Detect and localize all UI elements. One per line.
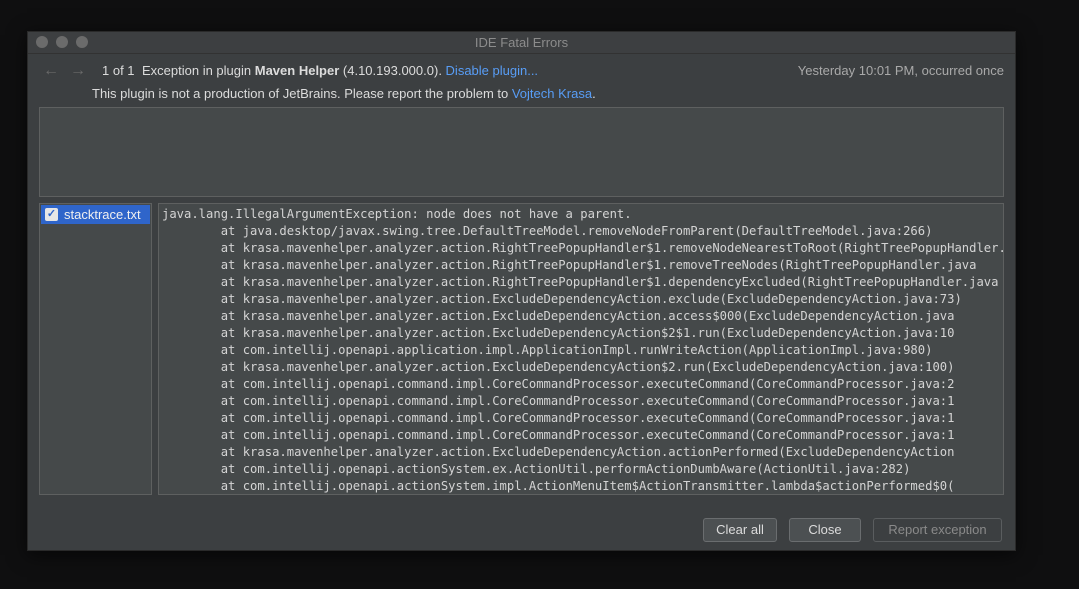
ide-fatal-errors-dialog: IDE Fatal Errors ← → 1 of 1 Exception in… (27, 31, 1016, 551)
maximize-window-icon[interactable] (76, 36, 88, 48)
stacktrace-line: at com.intellij.openapi.command.impl.Cor… (162, 377, 955, 391)
stacktrace-line: at com.intellij.openapi.command.impl.Cor… (162, 411, 955, 425)
author-link[interactable]: Vojtech Krasa (512, 86, 592, 101)
report-exception-button[interactable]: Report exception (873, 518, 1002, 542)
plugin-name: Maven Helper (254, 63, 340, 78)
error-header: ← → 1 of 1 Exception in plugin Maven Hel… (28, 61, 1015, 81)
comment-input[interactable] (39, 107, 1004, 197)
exception-summary: Exception in plugin Maven Helper (4.10.1… (142, 61, 538, 81)
attachments-list: ✓ stacktrace.txt (39, 203, 152, 495)
clear-all-button[interactable]: Clear all (703, 518, 777, 542)
stacktrace-line: at com.intellij.openapi.command.impl.Cor… (162, 394, 955, 408)
stacktrace-line: at krasa.mavenhelper.analyzer.action.Exc… (162, 309, 955, 323)
stacktrace-line: at krasa.mavenhelper.analyzer.action.Exc… (162, 326, 955, 340)
stacktrace-line: at krasa.mavenhelper.analyzer.action.Rig… (162, 258, 977, 272)
plugin-notice: This plugin is not a production of JetBr… (92, 85, 596, 103)
previous-error-icon[interactable]: ← (43, 61, 59, 81)
next-error-icon[interactable]: → (70, 61, 86, 81)
stacktrace-line: java.lang.IllegalArgumentException: node… (162, 207, 632, 221)
error-counter: 1 of 1 (102, 63, 135, 78)
stacktrace-line: at krasa.mavenhelper.analyzer.action.Rig… (162, 275, 999, 289)
close-window-icon[interactable] (36, 36, 48, 48)
minimize-window-icon[interactable] (56, 36, 68, 48)
title-bar[interactable]: IDE Fatal Errors (28, 32, 1015, 54)
stacktrace-viewer[interactable]: java.lang.IllegalArgumentException: node… (158, 203, 1004, 495)
stacktrace-line: at com.intellij.openapi.actionSystem.ex.… (162, 462, 911, 476)
notice-text: This plugin is not a production of JetBr… (92, 86, 512, 101)
stacktrace-line: at krasa.mavenhelper.analyzer.action.Exc… (162, 445, 955, 459)
error-timestamp: Yesterday 10:01 PM, occurred once (797, 63, 1004, 78)
exception-prefix: Exception in plugin (142, 63, 255, 78)
stacktrace-line: at com.intellij.openapi.actionSystem.imp… (162, 479, 955, 493)
stacktrace-line: at java.desktop/javax.swing.tree.Default… (162, 224, 933, 238)
stacktrace-line: at com.intellij.openapi.command.impl.Cor… (162, 428, 955, 442)
notice-suffix: . (592, 86, 596, 101)
attachment-checkbox[interactable]: ✓ (45, 208, 58, 221)
stacktrace-line: at krasa.mavenhelper.analyzer.action.Rig… (162, 241, 1004, 255)
stacktrace-text: java.lang.IllegalArgumentException: node… (162, 206, 1004, 494)
stacktrace-line: at krasa.mavenhelper.analyzer.action.Exc… (162, 292, 962, 306)
disable-plugin-link[interactable]: Disable plugin... (446, 63, 539, 78)
attachment-name: stacktrace.txt (64, 207, 141, 222)
close-button[interactable]: Close (789, 518, 861, 542)
plugin-version: (4.10.193.000.0). (339, 63, 446, 78)
attachment-item-stacktrace[interactable]: ✓ stacktrace.txt (41, 205, 150, 224)
stacktrace-line: at com.intellij.openapi.application.impl… (162, 343, 933, 357)
stacktrace-line: at krasa.mavenhelper.analyzer.action.Exc… (162, 360, 955, 374)
window-title: IDE Fatal Errors (474, 35, 569, 50)
